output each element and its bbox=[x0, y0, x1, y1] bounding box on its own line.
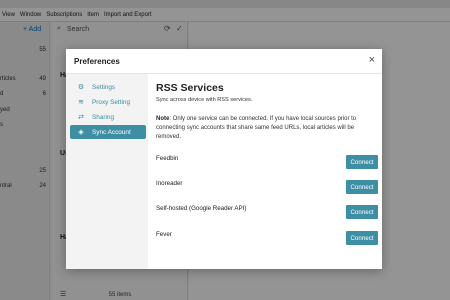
connect-self-hosted-button[interactable]: Connect bbox=[346, 205, 378, 219]
gear-icon: ⚙ bbox=[77, 84, 85, 91]
note-text: Note: Only one service can be connected.… bbox=[156, 116, 357, 140]
service-row: Self-hosted (Google Reader API) Connect bbox=[156, 204, 378, 220]
service-name: Feedbin bbox=[156, 155, 179, 162]
dialog-header: Preferences × bbox=[66, 49, 382, 74]
section-subtitle: Sync across device with RSS services. bbox=[156, 97, 253, 103]
connect-fever-button[interactable]: Connect bbox=[346, 231, 378, 245]
service-name: Fever bbox=[156, 231, 172, 238]
nav-item-sharing[interactable]: ⇄ Sharing bbox=[70, 110, 146, 124]
close-icon[interactable]: × bbox=[369, 54, 375, 66]
preferences-dialog: Preferences × ⚙ Settings ≋ Proxy Setting… bbox=[66, 49, 382, 269]
connect-inoreader-button[interactable]: Connect bbox=[346, 180, 378, 194]
service-name: Inoreader bbox=[156, 180, 183, 187]
service-row: Inoreader Connect bbox=[156, 179, 378, 195]
dialog-title: Preferences bbox=[74, 57, 120, 66]
service-name: Self-hosted (Google Reader API) bbox=[156, 205, 247, 212]
wifi-icon: ≋ bbox=[78, 99, 84, 106]
connect-feedbin-button[interactable]: Connect bbox=[346, 155, 378, 169]
service-row: Feedbin Connect bbox=[156, 154, 378, 170]
nav-item-settings[interactable]: ⚙ Settings bbox=[70, 80, 146, 94]
nav-item-sync-account[interactable]: ◈ Sync Account bbox=[70, 125, 146, 139]
preferences-nav: ⚙ Settings ≋ Proxy Setting ⇄ Sharing ◈ S… bbox=[66, 74, 148, 269]
section-title: RSS Services bbox=[156, 82, 224, 94]
nav-item-proxy-setting[interactable]: ≋ Proxy Setting bbox=[70, 95, 146, 109]
note-label: Note bbox=[156, 116, 170, 122]
service-row: Fever Connect bbox=[156, 230, 378, 246]
share-icon: ⇄ bbox=[78, 114, 84, 121]
cube-icon: ◈ bbox=[78, 129, 84, 136]
